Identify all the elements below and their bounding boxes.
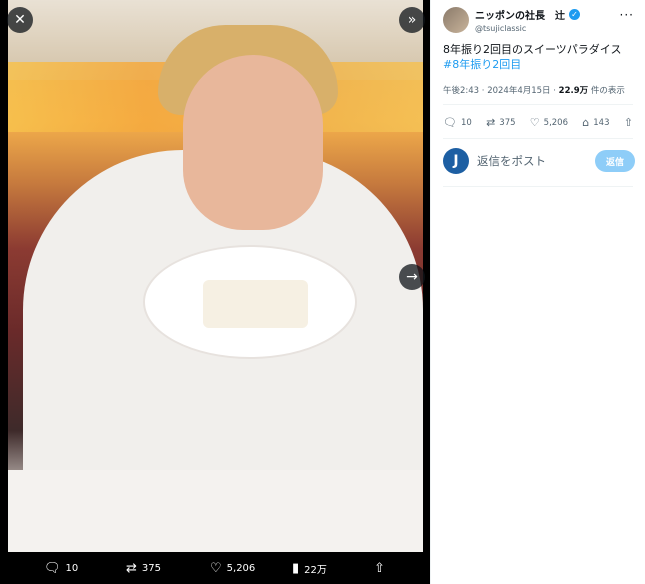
viewer-reply-button[interactable]: 🗨 10 bbox=[44, 561, 78, 576]
current-user-avatar[interactable]: J bbox=[443, 148, 469, 174]
views-count: 22.9万 bbox=[558, 86, 589, 96]
divider bbox=[443, 104, 633, 105]
reply-icon: 🗨 bbox=[44, 560, 61, 576]
more-icon: ··· bbox=[619, 8, 634, 22]
photo-head bbox=[183, 55, 323, 230]
share-button[interactable]: ⇧ bbox=[624, 116, 633, 129]
arrow-right-icon: → bbox=[406, 269, 418, 285]
display-name[interactable]: ニッポンの社長 辻 bbox=[475, 7, 565, 22]
like-button[interactable]: ♡ 5,206 bbox=[530, 116, 568, 129]
more-options-button[interactable]: ··· bbox=[620, 8, 634, 22]
reply-submit-button[interactable]: 返信 bbox=[595, 150, 635, 172]
display-name-row: ニッポンの社長 辻 ✓ bbox=[475, 7, 580, 22]
viewer-views-count: 22万 bbox=[304, 564, 327, 576]
reply-icon: 🗨 bbox=[443, 116, 457, 129]
media-viewer: ✕ » → 🗨 10 ⇄ 375 ♡ 5,206 ▮ 22万 ⇧ bbox=[0, 0, 430, 584]
viewer-reply-count: 10 bbox=[65, 562, 79, 574]
viewer-like-button[interactable]: ♡ 5,206 bbox=[210, 561, 255, 576]
reply-input[interactable]: 返信をポスト bbox=[477, 153, 595, 169]
tweet-meta: 午後2:43 · 2024年4月15日 · 22.9万 件の表示 bbox=[443, 84, 625, 96]
double-chevron-right-icon: » bbox=[407, 12, 417, 28]
viewer-repost-button[interactable]: ⇄ 375 bbox=[126, 561, 161, 576]
avatar[interactable] bbox=[443, 7, 469, 33]
reply-count: 10 bbox=[460, 117, 472, 128]
author-block[interactable]: ニッポンの社長 辻 ✓ @tsujiclassic bbox=[443, 7, 580, 33]
tweet-body: 8年振り2回目のスイーツパラダイス bbox=[443, 43, 622, 56]
viewer-like-count: 5,206 bbox=[226, 562, 256, 574]
photo-cake bbox=[203, 280, 308, 328]
collapse-panel-button[interactable]: » bbox=[399, 7, 425, 33]
reply-composer: J 返信をポスト 返信 bbox=[443, 148, 635, 174]
repost-icon: ⇄ bbox=[126, 560, 137, 576]
bookmark-button[interactable]: ⌂ 143 bbox=[582, 116, 609, 129]
close-icon: ✕ bbox=[14, 12, 26, 28]
hashtag-link[interactable]: #8年振り2回目 bbox=[443, 57, 621, 72]
close-button[interactable]: ✕ bbox=[7, 7, 33, 33]
tweet-action-bar: 🗨 10 ⇄ 375 ♡ 5,206 ⌂ 143 ⇧ bbox=[443, 116, 633, 129]
tweet-detail-panel: ニッポンの社長 辻 ✓ @tsujiclassic ··· 8年振り2回目のスイ… bbox=[430, 0, 645, 584]
verified-badge-icon: ✓ bbox=[569, 9, 580, 20]
bar-chart-icon: ▮ bbox=[292, 560, 300, 576]
bookmark-count: 143 bbox=[593, 117, 610, 128]
divider bbox=[443, 186, 633, 187]
viewer-views-button[interactable]: ▮ 22万 bbox=[292, 561, 327, 576]
photo-table bbox=[8, 470, 423, 552]
like-count: 5,206 bbox=[543, 117, 568, 128]
divider bbox=[443, 138, 633, 139]
repost-icon: ⇄ bbox=[486, 116, 496, 129]
bookmark-icon: ⌂ bbox=[582, 116, 590, 129]
tweet-text: 8年振り2回目のスイーツパラダイス #8年振り2回目 bbox=[443, 42, 621, 72]
user-handle[interactable]: @tsujiclassic bbox=[475, 24, 580, 33]
heart-icon: ♡ bbox=[529, 116, 540, 129]
viewer-action-bar: 🗨 10 ⇄ 375 ♡ 5,206 ▮ 22万 ⇧ bbox=[0, 552, 430, 584]
repost-count: 375 bbox=[499, 117, 516, 128]
share-icon: ⇧ bbox=[374, 560, 385, 576]
viewer-share-button[interactable]: ⇧ bbox=[374, 561, 385, 576]
author-names: ニッポンの社長 辻 ✓ @tsujiclassic bbox=[475, 7, 580, 33]
tweet-photo[interactable] bbox=[8, 0, 423, 552]
reply-button[interactable]: 🗨 10 bbox=[443, 116, 472, 129]
views-label: 件の表示 bbox=[588, 86, 625, 96]
share-icon: ⇧ bbox=[623, 116, 633, 129]
next-media-button[interactable]: → bbox=[399, 264, 425, 290]
repost-button[interactable]: ⇄ 375 bbox=[486, 116, 515, 129]
viewer-repost-count: 375 bbox=[141, 562, 161, 574]
tweet-timestamp[interactable]: 午後2:43 · 2024年4月15日 · bbox=[443, 86, 559, 96]
heart-icon: ♡ bbox=[210, 560, 222, 576]
